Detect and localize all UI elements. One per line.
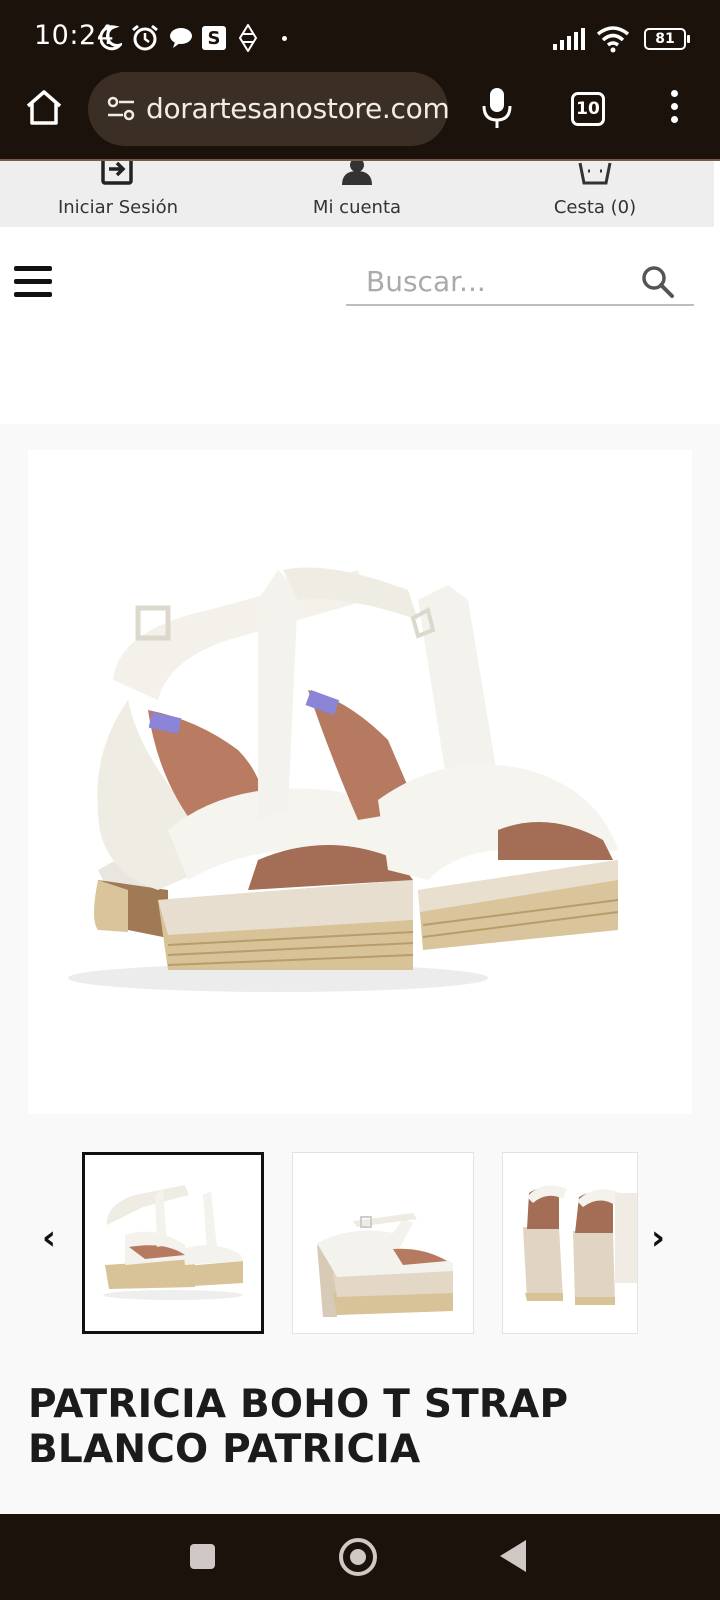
user-icon [342,161,372,185]
thumbnail-front-pair[interactable] [82,1152,264,1334]
thumbnail-sandal-front-image [103,1185,243,1300]
status-bar: 10:24 S 81 [0,0,720,72]
carousel-prev-arrow[interactable]: ‹ [34,1218,64,1258]
dot-icon [282,35,287,41]
browser-toolbar: dorartesanostore.com 10 [0,72,720,160]
site-settings-icon[interactable] [106,96,136,122]
wifi-icon [596,26,630,53]
product-main-image[interactable] [28,450,692,1114]
basket-icon [578,162,612,185]
address-bar[interactable]: dorartesanostore.com [88,72,450,146]
system-navigation-bar [0,1514,720,1600]
battery-level: 81 [655,31,675,47]
search-bar [346,258,694,306]
login-label: Iniciar Sesión [57,197,179,218]
tab-switcher-button[interactable]: 10 [571,92,605,126]
hamburger-menu-icon[interactable] [14,266,52,298]
battery-icon: 81 [644,28,690,50]
cart-label: Cesta (0) [553,197,637,218]
search-icon[interactable] [640,264,676,300]
home-icon[interactable] [22,86,66,130]
login-link[interactable]: Iniciar Sesión [18,161,218,227]
cart-link[interactable]: Cesta (0) [495,161,695,227]
account-link[interactable]: Mi cuenta [257,161,457,227]
chat-bubble-icon [170,28,192,48]
cellular-signal-icon [553,28,585,50]
thumbnail-sandal-back-image [523,1185,637,1305]
microphone-icon[interactable] [480,84,514,132]
tab-count: 10 [576,99,600,119]
back-button-icon[interactable] [500,1540,526,1572]
search-input[interactable] [366,262,626,300]
sandal-pair-image [68,567,619,992]
signal-diamond-icon [238,24,258,52]
home-button-icon[interactable] [339,1538,377,1576]
moon-icon [100,25,122,51]
thumbnail-back-view[interactable] [502,1152,638,1334]
recents-button-icon[interactable] [190,1544,215,1569]
thumbnail-side-view[interactable] [292,1152,474,1334]
status-icons-right: 81 [552,22,690,56]
thumbnail-sandal-side-image [317,1213,453,1317]
alarm-icon [132,24,158,51]
product-title: PATRICIA BOHO T STRAP BLANCO PATRICIA [28,1382,569,1472]
site-account-bar: Iniciar Sesión Mi cuenta Cesta (0) [0,161,714,227]
status-icons-left: S [100,20,287,56]
browser-menu-icon[interactable] [668,90,680,130]
login-icon [101,161,133,185]
carousel-next-arrow[interactable]: › [643,1218,673,1258]
s-app-icon: S [202,26,226,50]
url-text: dorartesanostore.com [146,92,450,125]
thumbnail-carousel: ‹ › [0,1150,720,1336]
account-label: Mi cuenta [312,197,402,218]
